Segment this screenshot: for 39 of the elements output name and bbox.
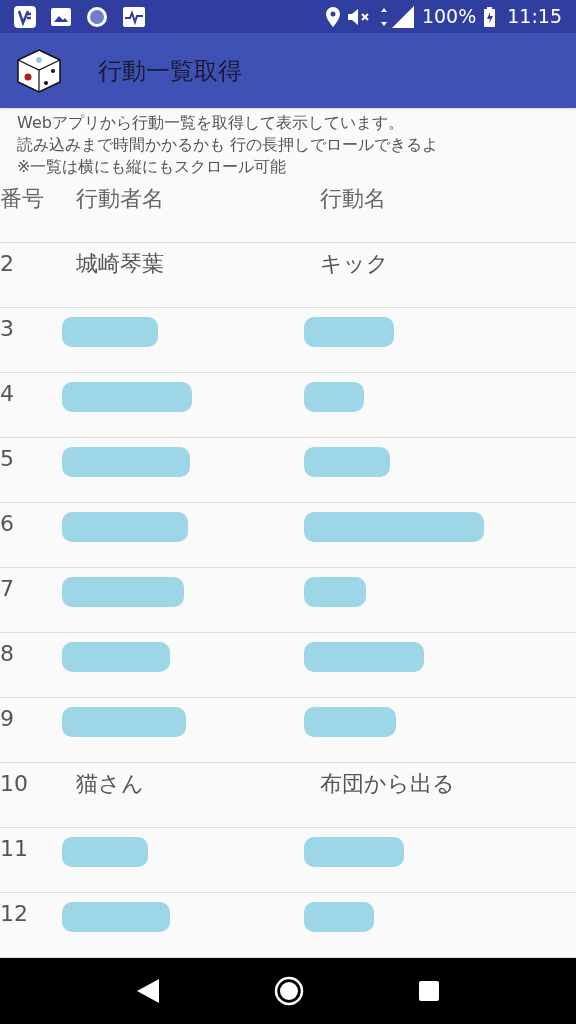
redaction-mark (304, 577, 366, 607)
redaction-mark (304, 902, 374, 932)
info-text: ※一覧は横にも縦にもスクロール可能 (17, 156, 287, 178)
pulse-icon (123, 6, 145, 27)
table-cell: 2 (0, 251, 14, 276)
clock-time: 11:15 (507, 7, 562, 26)
table-cell-text: キック (320, 249, 389, 278)
info-text: Webアプリから行動一覧を取得して表示しています。 (17, 112, 404, 134)
circle-icon (86, 5, 108, 28)
battery-percentage: 100% (421, 7, 477, 26)
table-cell-text: 城崎琴葉 (76, 249, 164, 278)
table-cell: 5 (0, 446, 14, 471)
table-cell: 3 (0, 316, 14, 341)
redaction-mark (304, 382, 364, 412)
back-icon[interactable] (137, 979, 160, 1003)
app-notification-icon (14, 5, 36, 28)
location-icon (325, 6, 340, 27)
table-cell: 6 (0, 511, 14, 536)
image-icon (51, 7, 71, 26)
column-header: 行動名 (320, 186, 386, 211)
table-cell: 12 (0, 901, 28, 926)
table-cell-text: 猫さん (76, 769, 144, 798)
battery-charging-icon (484, 6, 496, 27)
dice-logo-icon (16, 47, 62, 94)
table-cell: 4 (0, 381, 14, 406)
app-title: 行動一覧取得 (98, 55, 242, 87)
table-cell: 7 (0, 576, 14, 601)
column-header: 行動者名 (76, 186, 164, 211)
mute-icon (347, 7, 372, 26)
table-cell: 8 (0, 641, 14, 666)
table-cell-text: 布団から出る (320, 769, 455, 798)
column-header: 番号 (0, 186, 44, 211)
home-icon[interactable] (274, 976, 304, 1006)
info-text: 読み込みまで時間かかるかも 行の長押しでロールできるよ (17, 134, 439, 156)
recents-icon[interactable] (418, 981, 439, 1001)
table-cell: 11 (0, 836, 28, 861)
table-cell: 9 (0, 706, 14, 731)
table-cell: 10 (0, 771, 28, 796)
signal-icon (379, 5, 414, 28)
